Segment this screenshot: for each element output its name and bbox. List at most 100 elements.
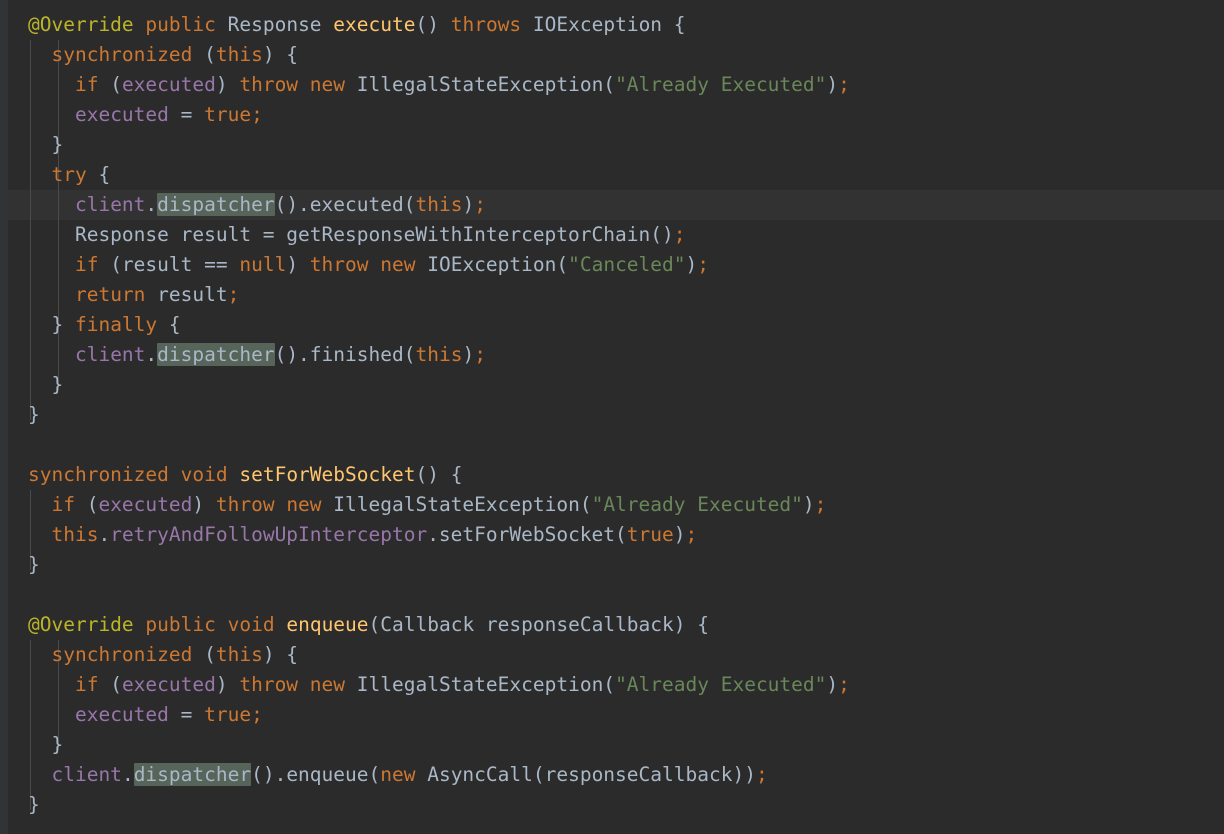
code-editor[interactable]: @Override public Response execute () thro… [0, 0, 1224, 834]
code-token: ; [838, 673, 850, 696]
code-token: void [180, 463, 228, 486]
code-line[interactable]: @Override public void enqueue(Callback r… [28, 610, 709, 640]
code-token: executed [98, 493, 193, 516]
code-text-layer[interactable]: @Override public Response execute () thro… [0, 0, 1224, 834]
code-line[interactable]: Response result = getResponseWithInterce… [28, 220, 686, 250]
code-token: ; [838, 73, 850, 96]
code-token: "Already Executed" [615, 73, 827, 96]
code-token: ( [98, 673, 122, 696]
code-line[interactable]: @Override public Response execute() thro… [28, 10, 686, 40]
code-token: ; [697, 253, 710, 276]
code-token: . [145, 193, 158, 216]
code-token: Response [227, 13, 322, 36]
code-line[interactable]: executed = true; [28, 100, 263, 130]
code-line[interactable]: try { [28, 160, 110, 190]
code-token: ().enqueue( [251, 763, 381, 786]
code-token: = [168, 703, 205, 726]
code-token: finally [74, 313, 158, 336]
code-line[interactable]: if (executed) throw new IllegalStateExce… [28, 670, 850, 700]
code-token: ().finished( [274, 343, 416, 366]
code-token: ) [215, 673, 240, 696]
code-line[interactable]: synchronized (this) { [28, 640, 298, 670]
code-token: ) [673, 523, 686, 546]
code-token: IllegalStateException( [345, 73, 616, 96]
code-token: } [28, 373, 64, 396]
code-token: client [51, 763, 122, 786]
code-line[interactable]: executed = true; [28, 700, 263, 730]
code-token: return [74, 283, 146, 306]
code-line[interactable]: synchronized void setForWebSocket() { [28, 460, 462, 490]
code-line[interactable]: if (result == null) throw new IOExceptio… [28, 250, 709, 280]
occurrence-highlight-token: dispatcher [157, 193, 275, 216]
code-token: throw [239, 73, 299, 96]
code-token: setForWebSocket [239, 463, 416, 486]
code-token: ( [192, 43, 216, 66]
code-token: new [380, 763, 416, 786]
code-token: () { [415, 463, 463, 486]
code-line[interactable]: if (executed) throw new IllegalStateExce… [28, 490, 826, 520]
code-token: true [204, 703, 252, 726]
code-token: ) [192, 493, 216, 516]
code-token: "Already Executed" [591, 493, 803, 516]
code-token: client [74, 343, 146, 366]
code-line[interactable]: } [28, 790, 40, 820]
code-line[interactable]: } [28, 550, 40, 580]
code-line[interactable]: } [28, 400, 40, 430]
code-token: ; [814, 493, 827, 516]
code-line[interactable]: if (executed) throw new IllegalStateExce… [28, 70, 850, 100]
code-token: ) [826, 673, 839, 696]
code-line[interactable]: } [28, 130, 63, 160]
code-line[interactable]: this.retryAndFollowUpInterceptor.setForW… [28, 520, 697, 550]
code-token: synchronized [51, 43, 193, 66]
code-line[interactable]: client.dispatcher().executed(this); [28, 190, 486, 220]
code-line[interactable]: } [28, 370, 63, 400]
code-token: new [380, 253, 416, 276]
code-token: this [215, 643, 263, 666]
code-line[interactable]: client.dispatcher().finished(this); [28, 340, 486, 370]
code-token: synchronized [51, 643, 193, 666]
code-line[interactable]: } [28, 730, 63, 760]
code-token: true [626, 523, 674, 546]
code-token: ; [251, 703, 263, 726]
code-token: new [309, 73, 346, 96]
code-token: if [51, 493, 75, 516]
code-token: ; [227, 283, 240, 306]
code-token: } [28, 403, 40, 426]
code-token: try [51, 163, 87, 186]
code-token: executed [121, 673, 216, 696]
code-token: null [239, 253, 287, 276]
code-line[interactable]: } finally { [28, 310, 181, 340]
code-token: { [157, 313, 181, 336]
code-token: retryAndFollowUpInterceptor [110, 523, 428, 546]
code-token: execute [333, 13, 416, 36]
code-token: public [145, 13, 216, 36]
code-token: ; [251, 103, 263, 126]
code-token: @Override [28, 613, 134, 636]
code-token: enqueue [286, 613, 369, 636]
code-token: IllegalStateException( [321, 493, 592, 516]
code-token: ().executed( [274, 193, 416, 216]
code-token: throw [239, 673, 299, 696]
code-line[interactable]: client.dispatcher().enqueue(new AsyncCal… [28, 760, 768, 790]
code-token: if [74, 673, 99, 696]
code-line[interactable]: return result; [28, 280, 239, 310]
occurrence-highlight-token: dispatcher [157, 343, 275, 366]
code-token: ) [286, 253, 310, 276]
code-line[interactable]: synchronized (this) { [28, 40, 298, 70]
code-token: public [145, 613, 216, 636]
code-token: this [415, 343, 463, 366]
